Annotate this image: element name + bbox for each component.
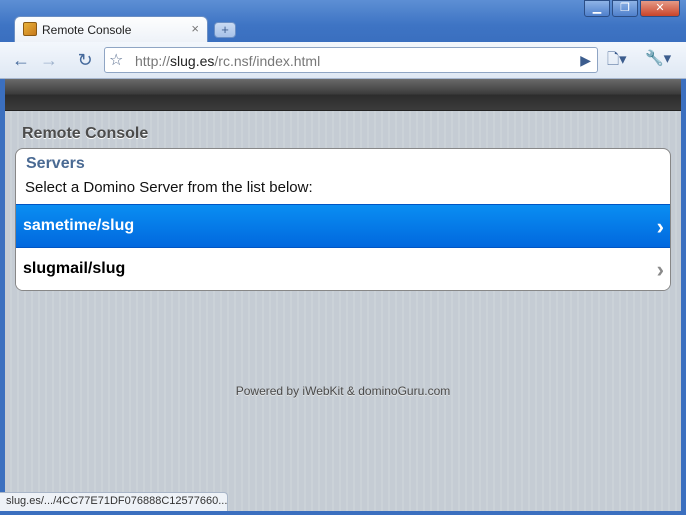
url-path: /rc.nsf/index.html (214, 53, 321, 69)
window-frame-left (0, 79, 5, 515)
url-text[interactable]: http://slug.es/rc.nsf/index.html (135, 53, 320, 69)
servers-description: Select a Domino Server from the list bel… (25, 179, 313, 196)
tab-title: Remote Console (42, 23, 132, 37)
page-viewport: Remote Console Servers Select a Domino S… (5, 79, 681, 511)
window-frame-right (681, 79, 686, 515)
powered-by-footer[interactable]: Powered by iWebKit & dominoGuru.com (5, 384, 681, 398)
forward-button[interactable]: → (36, 47, 62, 73)
server-row-sametime[interactable]: sametime/slug › (16, 204, 670, 248)
minimize-button[interactable]: ▁ (584, 0, 610, 17)
wrench-menu-icon[interactable]: 🔧▾ (645, 49, 671, 67)
address-bar[interactable]: ☆ http://slug.es/rc.nsf/index.html ▶ (104, 47, 598, 73)
page-topbar (5, 79, 681, 111)
bookmark-star-icon[interactable]: ☆ (109, 50, 123, 70)
close-tab-icon[interactable]: × (191, 21, 199, 36)
url-scheme: http:// (135, 53, 171, 69)
server-label: sametime/slug (23, 217, 135, 234)
chevron-right-icon: › (656, 257, 664, 282)
reload-button[interactable]: ↻ (72, 47, 98, 73)
new-tab-button[interactable]: + (214, 22, 236, 38)
page-menu-icon[interactable]: 🗋▾ (607, 49, 627, 74)
browser-tab[interactable]: Remote Console × (14, 16, 208, 42)
status-bubble: slug.es/.../4CC77E71DF076888C12577660... (0, 492, 228, 511)
window-titlebar: Remote Console × + ▁ ❐ ✕ (0, 0, 686, 42)
page-title: Remote Console (22, 125, 149, 142)
server-label: slugmail/slug (23, 260, 126, 277)
go-arrow-icon[interactable]: ▶ (580, 52, 591, 69)
servers-panel: Servers Select a Domino Server from the … (15, 148, 671, 291)
server-row-slugmail[interactable]: slugmail/slug › (16, 248, 670, 290)
favicon-icon (23, 22, 37, 36)
browser-toolbar: ← → ↻ ☆ http://slug.es/rc.nsf/index.html… (0, 42, 686, 79)
url-host: slug.es (170, 53, 215, 69)
servers-heading: Servers (26, 155, 85, 172)
chevron-right-icon: › (656, 214, 664, 239)
window-frame-bottom (0, 511, 686, 515)
maximize-button[interactable]: ❐ (612, 0, 638, 17)
close-window-button[interactable]: ✕ (640, 0, 680, 17)
window-controls: ▁ ❐ ✕ (582, 0, 680, 17)
back-button[interactable]: ← (8, 47, 34, 73)
